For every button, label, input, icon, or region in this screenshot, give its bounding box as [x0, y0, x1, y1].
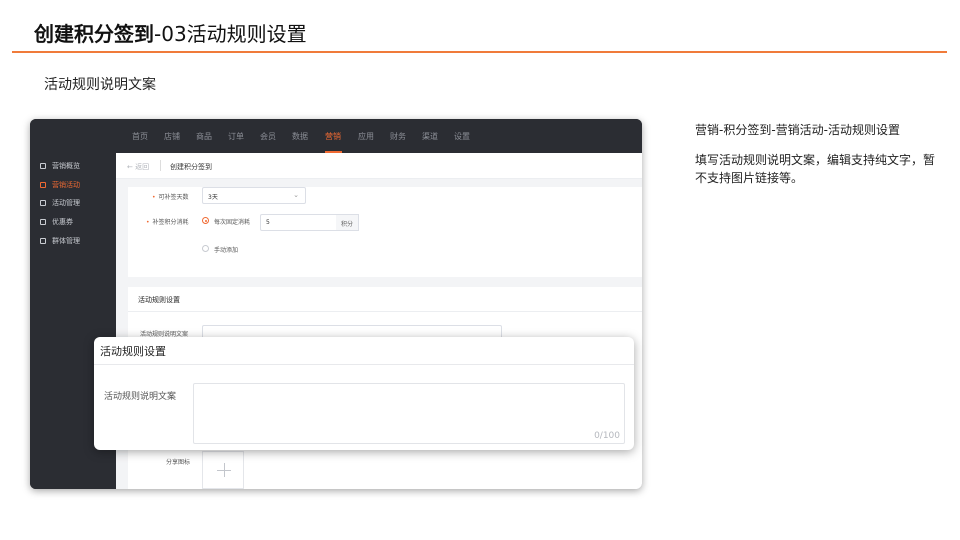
- sidebar-item-label: 群体管理: [52, 237, 80, 245]
- fixed-points-input[interactable]: 5: [260, 214, 338, 231]
- feature-path: 营销-积分签到-营销活动-活动规则设置: [695, 123, 900, 137]
- section-subtitle: 活动规则说明文案: [44, 77, 156, 93]
- makeup-days-label: • 可补签天数: [152, 194, 189, 201]
- makeup-days-select[interactable]: 3天 ⌄: [202, 187, 306, 204]
- tag-icon: [40, 182, 46, 188]
- back-link[interactable]: ← 返回: [127, 162, 149, 172]
- rules-section-divider: [128, 311, 642, 312]
- makeup-points-label: • 补签积分消耗: [146, 219, 189, 226]
- nav-item-home[interactable]: 首页: [132, 131, 148, 142]
- radio-fixed-label: 每次固定消耗: [214, 219, 251, 226]
- group-icon: [40, 238, 46, 244]
- nav-item-apps[interactable]: 应用: [358, 131, 374, 142]
- sidebar-item-groups[interactable]: 群体管理: [40, 236, 80, 246]
- sidebar-item-label: 营销活动: [52, 181, 80, 189]
- sidebar-item-label: 优惠券: [52, 218, 73, 226]
- points-unit: 积分: [336, 214, 360, 231]
- sidebar-item-campaigns[interactable]: 营销活动: [40, 180, 80, 190]
- sidebar-item-activity-management[interactable]: 活动管理: [40, 198, 80, 208]
- fixed-points-value: 5: [266, 219, 270, 226]
- overview-icon: [40, 163, 46, 169]
- sidebar-item-coupons[interactable]: 优惠券: [40, 217, 73, 227]
- radio-manual-label: 手动添加: [214, 247, 239, 254]
- chevron-down-icon: ⌄: [293, 191, 299, 199]
- nav-item-settings[interactable]: 设置: [454, 131, 470, 142]
- nav-item-data[interactable]: 数据: [292, 131, 308, 142]
- modal-title: 活动规则设置: [100, 345, 166, 358]
- feature-note: 填写活动规则说明文案，编辑支持纯文字，暂不支持图片链接等。: [695, 153, 936, 185]
- breadcrumb-separator: [160, 160, 161, 171]
- nav-item-store[interactable]: 店铺: [164, 131, 180, 142]
- makeup-days-value: 3天: [208, 194, 218, 201]
- nav-item-channels[interactable]: 渠道: [422, 131, 438, 142]
- top-nav: 首页 店铺 商品 订单 会员 数据 营销 应用 财务 渠道 设置: [30, 119, 642, 153]
- makeup-settings-panel: • 可补签天数 3天 ⌄ • 补签积分消耗 每次固定消耗 5 积分 手动添加: [128, 187, 642, 277]
- share-icon-label: 分享图标: [166, 459, 191, 466]
- sidebar-item-label: 营销概览: [52, 162, 80, 170]
- slide-title-bold: 创建积分签到: [34, 22, 154, 46]
- radio-manual-add[interactable]: [202, 245, 209, 252]
- nav-item-members[interactable]: 会员: [260, 131, 276, 142]
- sidebar-item-overview[interactable]: 营销概览: [40, 161, 80, 171]
- nav-item-orders[interactable]: 订单: [228, 131, 244, 142]
- calendar-icon: [40, 200, 46, 206]
- slide-title: 创建积分签到-03活动规则设置: [34, 18, 307, 47]
- nav-item-marketing[interactable]: 营销: [325, 131, 341, 142]
- char-counter: 0/100: [594, 431, 620, 441]
- breadcrumb: ← 返回 创建积分签到: [116, 153, 642, 179]
- modal-divider: [94, 364, 634, 365]
- radio-fixed-consumption[interactable]: [202, 217, 209, 224]
- title-divider: [12, 51, 947, 53]
- nav-item-finance[interactable]: 财务: [390, 131, 406, 142]
- modal-field-label: 活动规则说明文案: [104, 392, 177, 402]
- coupon-icon: [40, 219, 46, 225]
- slide-title-rest: -03活动规则设置: [154, 22, 307, 46]
- nav-item-goods[interactable]: 商品: [196, 131, 212, 142]
- sidebar-item-label: 活动管理: [52, 199, 80, 207]
- page-title: 创建积分签到: [170, 163, 212, 171]
- rules-textarea[interactable]: 0/100: [193, 383, 625, 444]
- upload-plus-icon[interactable]: [202, 451, 244, 489]
- rules-section-title: 活动规则设置: [138, 296, 180, 304]
- rules-modal: 活动规则设置 活动规则说明文案 0/100: [94, 337, 634, 450]
